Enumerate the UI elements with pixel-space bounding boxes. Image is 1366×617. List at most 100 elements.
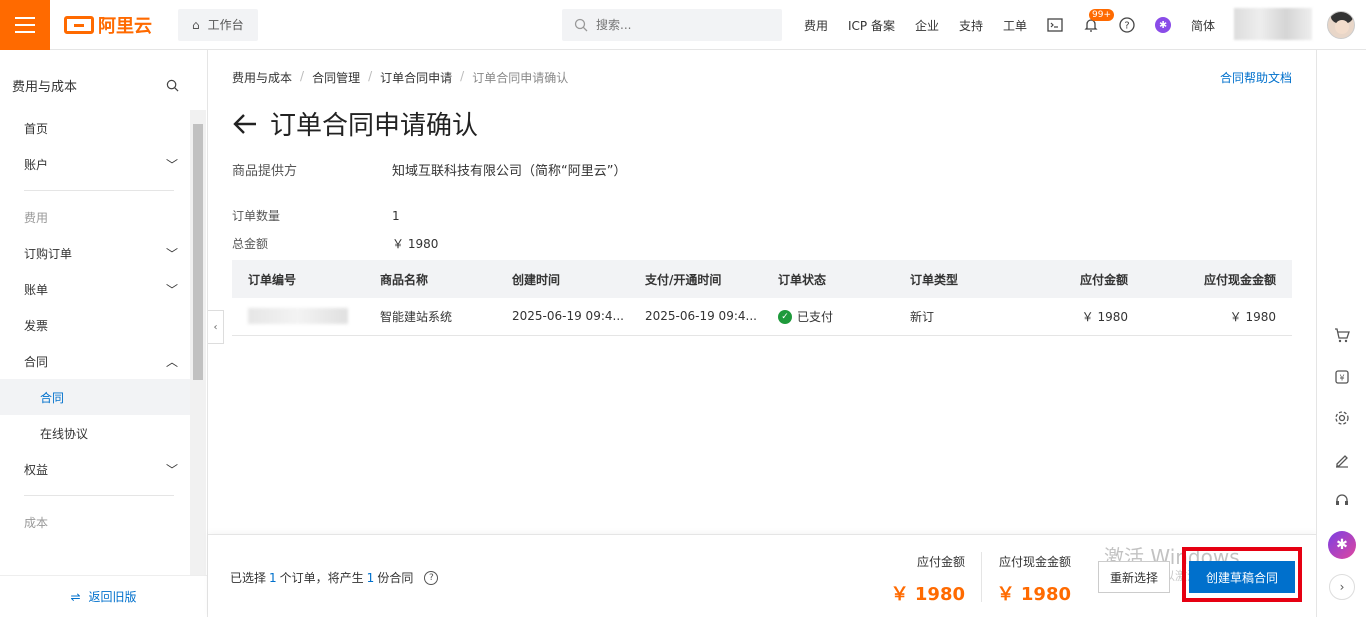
payable-value: ￥ 1980: [890, 584, 965, 605]
col-created-time: 创建时间: [496, 260, 629, 298]
cash-payable-cell: ￥ 1980: [1144, 298, 1292, 336]
status-badge: ✓ 已支付: [778, 308, 833, 325]
sidebar-menu: 首页 账户 ﹀ 费用 订购订单 ﹀ 账单 ﹀ 发票 合同 ︿ 合同 在线协议 权益 ﹀ 成…: [0, 110, 190, 540]
sidebar-item-contract-sub[interactable]: 合同: [0, 379, 190, 415]
contract-count: 1: [366, 570, 375, 585]
chevron-down-icon: ﹀: [165, 157, 178, 172]
ai-assistant-icon[interactable]: ✱: [1328, 531, 1356, 559]
order-id-blurred: [248, 308, 348, 325]
terminal-icon[interactable]: [1047, 17, 1063, 33]
customer-service-icon[interactable]: [1333, 492, 1351, 510]
workbench-button[interactable]: ⌂ 工作台: [178, 8, 258, 41]
svg-text:✱: ✱: [1159, 20, 1167, 31]
status-cell: ✓ 已支付: [762, 298, 894, 336]
back-to-old-version-link[interactable]: ⇌ 返回旧版: [0, 575, 207, 617]
edit-icon[interactable]: [1333, 451, 1351, 469]
breadcrumb-separator: /: [460, 69, 465, 83]
table-row[interactable]: 智能建站系统 2025-06-19 09:4... 2025-06-19 09:…: [232, 298, 1292, 336]
ai-assistant-icon[interactable]: ✱: [1155, 17, 1172, 33]
order-count-value: 1: [392, 209, 400, 223]
language-switch[interactable]: 简体: [1191, 17, 1215, 34]
sidebar-scrollbar[interactable]: [190, 110, 206, 575]
breadcrumb-item[interactable]: 合同管理: [312, 69, 360, 86]
sidebar-group-fee: 费用: [24, 210, 49, 225]
workbench-label: 工作台: [207, 18, 244, 32]
create-draft-contract-button[interactable]: 创建草稿合同: [1189, 561, 1295, 593]
amount-divider: [981, 552, 982, 602]
chevron-up-icon: ︿: [165, 354, 178, 369]
payable-cell: ￥ 1980: [1026, 298, 1144, 336]
svg-text:?: ?: [1124, 21, 1129, 32]
billing-icon[interactable]: ¥: [1333, 368, 1351, 386]
breadcrumb-item[interactable]: 订单合同申请: [380, 69, 452, 86]
sidebar-item-contract[interactable]: 合同 ︿: [0, 343, 190, 379]
product-cell: 智能建站系统: [364, 298, 496, 336]
sidebar-item-home[interactable]: 首页: [0, 110, 190, 146]
chevron-right-icon[interactable]: ›: [1329, 574, 1355, 600]
order-id-cell[interactable]: [232, 298, 364, 336]
payable-label: 应付金额: [916, 555, 965, 569]
sidebar-item-label: 发票: [24, 318, 49, 333]
nav-enterprise[interactable]: 企业: [915, 17, 939, 34]
chevron-down-icon: ﹀: [165, 462, 178, 477]
sidebar-item-bills[interactable]: 账单 ﹀: [0, 271, 190, 307]
total-amount-row: 总金额 ￥ 1980: [232, 235, 438, 252]
footer-action-bar: 已选择 1 个订单，将产生 1 份合同 ? 应付金额 ￥ 1980 应付现金金额…: [208, 534, 1316, 617]
payable-amount-block: 应付金额 ￥ 1980: [891, 553, 965, 606]
scrollbar-thumb[interactable]: [193, 124, 203, 380]
sidebar-item-label: 权益: [24, 462, 49, 477]
sidebar-item-benefits[interactable]: 权益 ﹀: [0, 451, 190, 487]
main-content: 费用与成本 / 合同管理 / 订单合同申请 / 订单合同申请确认 合同帮助文档 订单合…: [208, 50, 1316, 617]
back-old-label: 返回旧版: [88, 590, 137, 604]
gear-icon[interactable]: [1333, 409, 1351, 427]
page-header: 订单合同申请确认: [232, 105, 478, 142]
sidebar-item-label: 订购订单: [24, 246, 73, 261]
sidebar-item-label: 账户: [24, 157, 49, 172]
nav-icp[interactable]: ICP 备案: [848, 17, 895, 34]
bell-icon[interactable]: 99+: [1083, 9, 1115, 33]
help-icon[interactable]: ?: [1119, 17, 1135, 33]
sidebar-title: 费用与成本: [12, 79, 78, 95]
user-name-blurred[interactable]: [1234, 8, 1312, 40]
reselect-button[interactable]: 重新选择: [1098, 561, 1170, 593]
sidebar-item-account[interactable]: 账户 ﹀: [0, 146, 190, 182]
help-icon[interactable]: ?: [424, 570, 439, 585]
sidebar-item-invoice[interactable]: 发票: [0, 307, 190, 343]
breadcrumb: 费用与成本 / 合同管理 / 订单合同申请 / 订单合同申请确认: [232, 69, 568, 86]
sidebar-item-label: 合同: [24, 354, 49, 369]
hamburger-menu-button[interactable]: [0, 0, 50, 50]
sidebar-item-online-agreement[interactable]: 在线协议: [0, 415, 190, 451]
nav-ticket[interactable]: 工单: [1003, 17, 1027, 34]
nav-support[interactable]: 支持: [959, 17, 983, 34]
menu-icon: [15, 23, 35, 26]
cash-amount-block: 应付现金金额 ￥ 1980: [997, 553, 1071, 606]
search-icon: [574, 18, 588, 32]
provider-label: 商品提供方: [232, 164, 298, 179]
user-avatar[interactable]: [1327, 11, 1355, 39]
right-tool-rail: ¥ ✱ ›: [1316, 50, 1366, 617]
svg-text:¥: ¥: [1339, 374, 1344, 383]
search-input[interactable]: [596, 18, 766, 32]
breadcrumb-item[interactable]: 费用与成本: [232, 69, 292, 86]
aliyun-logo[interactable]: 阿里云: [64, 12, 152, 38]
order-count-label: 订单数量: [232, 209, 281, 223]
sidebar-search-icon[interactable]: [166, 79, 179, 92]
chevron-down-icon: ﹀: [165, 282, 178, 297]
sidebar-item-label: 在线协议: [40, 426, 89, 441]
check-circle-icon: ✓: [778, 309, 792, 324]
provider-value: 知域互联科技有限公司（简称“阿里云”）: [392, 164, 627, 179]
total-amount-value: ￥ 1980: [392, 237, 439, 251]
nav-fees[interactable]: 费用: [804, 17, 828, 34]
sidebar-item-orders[interactable]: 订购订单 ﹀: [0, 235, 190, 271]
status-text: 已支付: [797, 310, 834, 324]
selection-summary: 已选择 1 个订单，将产生 1 份合同 ?: [230, 569, 439, 586]
back-arrow-icon[interactable]: [232, 113, 258, 135]
breadcrumb-current: 订单合同申请确认: [472, 71, 569, 85]
global-search[interactable]: [562, 9, 782, 41]
col-paid-time: 支付/开通时间: [629, 260, 762, 298]
col-product-name: 商品名称: [364, 260, 496, 298]
contract-help-doc-link[interactable]: 合同帮助文档: [1220, 69, 1292, 86]
sidebar-item-label: 首页: [24, 121, 49, 136]
cart-icon[interactable]: [1333, 326, 1351, 344]
chevron-down-icon: ﹀: [165, 246, 178, 261]
